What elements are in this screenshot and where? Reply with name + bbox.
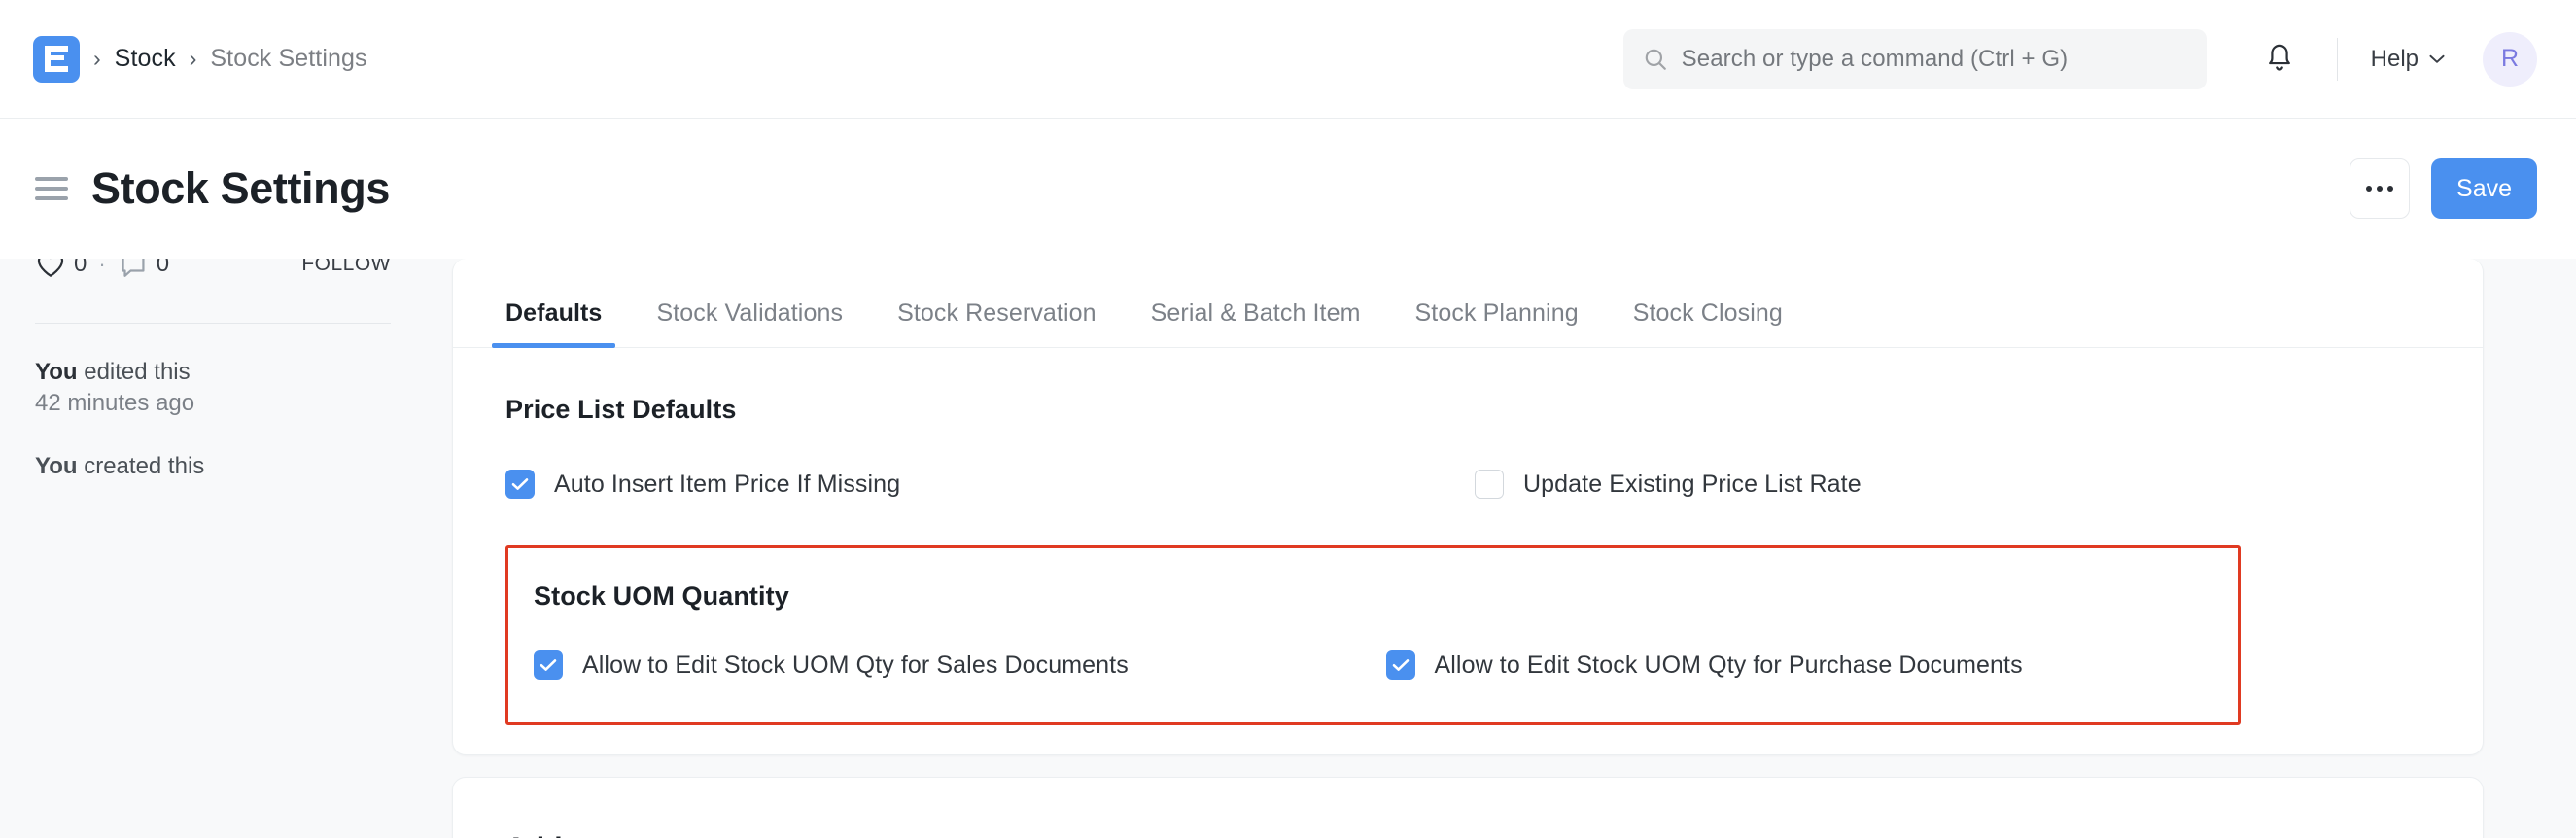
comment-icon[interactable] xyxy=(118,259,149,279)
heart-icon[interactable] xyxy=(35,259,66,279)
field-column-left: Auto Insert Item Price If Missing xyxy=(505,470,1475,499)
field-column-right: Update Existing Price List Rate xyxy=(1475,470,2444,499)
meta-separator-dot: · xyxy=(98,259,105,277)
bell-icon xyxy=(2264,43,2295,76)
form-card: Defaults Stock Validations Stock Reserva… xyxy=(452,259,2484,755)
page-header-actions: Save xyxy=(2350,158,2576,219)
logo-glyph xyxy=(45,46,68,72)
page-header: Stock Settings Save xyxy=(0,119,2576,259)
tab-stock-validations[interactable]: Stock Validations xyxy=(629,299,870,347)
top-navbar: › Stock › Stock Settings Search or type … xyxy=(0,0,2576,119)
breadcrumb-separator-2: › xyxy=(190,48,197,70)
checkbox-allow-edit-stock-uom-qty-sales[interactable]: Allow to Edit Stock UOM Qty for Sales Do… xyxy=(534,650,1129,680)
document-sidebar: 0 · 0 FOLLOW You edited this 42 minutes … xyxy=(0,259,426,838)
help-menu-button[interactable]: Help xyxy=(2365,38,2452,81)
tab-stock-reservation[interactable]: Stock Reservation xyxy=(870,299,1124,347)
check-icon xyxy=(540,658,557,672)
section-bottom-spacer xyxy=(492,725,2444,754)
chevron-down-icon xyxy=(2428,53,2446,64)
tab-defaults[interactable]: Defaults xyxy=(492,299,629,347)
checkbox-label: Allow to Edit Stock UOM Qty for Sales Do… xyxy=(582,651,1129,680)
sidebar-toggle-icon[interactable] xyxy=(35,177,68,200)
like-count: 0 xyxy=(74,259,87,278)
checkbox-box-checked[interactable] xyxy=(505,470,535,499)
section-fields-stock-uom-quantity: Allow to Edit Stock UOM Qty for Sales Do… xyxy=(508,611,2238,722)
activity-action-2: created this xyxy=(78,453,205,479)
breadcrumb-separator-1: › xyxy=(93,48,101,70)
activity-actor-2: You xyxy=(35,453,78,479)
activity-item-created: You created this xyxy=(35,453,391,480)
field-column-right: Allow to Edit Stock UOM Qty for Purchase… xyxy=(1386,650,2239,680)
section-title-price-list-defaults: Price List Defaults xyxy=(492,348,2444,425)
activity-action: edited this xyxy=(78,359,191,385)
checkbox-box-checked[interactable] xyxy=(1386,650,1415,680)
checkbox-auto-insert-item-price-if-missing[interactable]: Auto Insert Item Price If Missing xyxy=(505,470,900,499)
page-body: 0 · 0 FOLLOW You edited this 42 minutes … xyxy=(0,259,2576,838)
avatar[interactable]: R xyxy=(2483,32,2537,87)
tab-serial-batch-item[interactable]: Serial & Batch Item xyxy=(1124,299,1388,347)
navbar-left: › Stock › Stock Settings xyxy=(0,36,367,83)
sidebar-meta-row: 0 · 0 FOLLOW xyxy=(35,259,391,288)
checkbox-update-existing-price-list-rate[interactable]: Update Existing Price List Rate xyxy=(1475,470,1862,499)
search-placeholder: Search or type a command (Ctrl + G) xyxy=(1682,46,2069,73)
search-input[interactable]: Search or type a command (Ctrl + G) xyxy=(1623,29,2207,89)
tab-stock-closing[interactable]: Stock Closing xyxy=(1606,299,1810,347)
add-comment-title: Add a comment xyxy=(453,778,2483,838)
navbar-right: Search or type a command (Ctrl + G) Help… xyxy=(1623,29,2576,89)
more-actions-button[interactable] xyxy=(2350,158,2410,219)
checkbox-allow-edit-stock-uom-qty-purchase[interactable]: Allow to Edit Stock UOM Qty for Purchase… xyxy=(1386,650,2023,680)
field-column-left: Allow to Edit Stock UOM Qty for Sales Do… xyxy=(534,650,1386,680)
check-icon xyxy=(511,477,529,491)
section-stock-uom-quantity-wrapper: Stock UOM Quantity Allow to Edit Stock U… xyxy=(453,545,2483,754)
checkbox-box-unchecked[interactable] xyxy=(1475,470,1504,499)
form-tabs: Defaults Stock Validations Stock Reserva… xyxy=(453,259,2483,348)
tab-stock-planning[interactable]: Stock Planning xyxy=(1388,299,1606,347)
sidebar-divider xyxy=(35,323,391,324)
check-icon xyxy=(1392,658,1410,672)
navbar-divider xyxy=(2337,38,2338,81)
activity-actor: You xyxy=(35,359,78,385)
save-button[interactable]: Save xyxy=(2431,158,2537,219)
breadcrumb-current: Stock Settings xyxy=(210,45,366,73)
checkbox-label: Auto Insert Item Price If Missing xyxy=(554,471,900,499)
help-label: Help xyxy=(2371,46,2419,73)
erpnext-logo-icon[interactable] xyxy=(33,36,80,83)
page-title: Stock Settings xyxy=(91,163,390,214)
activity-item-edited: You edited this 42 minutes ago xyxy=(35,357,391,420)
follow-button[interactable]: FOLLOW xyxy=(301,259,391,276)
search-icon xyxy=(1643,47,1668,72)
checkbox-label: Update Existing Price List Rate xyxy=(1523,471,1862,499)
section-price-list-defaults: Price List Defaults Auto Insert Item Pri… xyxy=(453,348,2483,545)
section-stock-uom-quantity: Stock UOM Quantity Allow to Edit Stock U… xyxy=(505,545,2241,725)
section-title-stock-uom-quantity: Stock UOM Quantity xyxy=(508,548,2238,611)
checkbox-box-checked[interactable] xyxy=(534,650,563,680)
checkbox-label: Allow to Edit Stock UOM Qty for Purchase… xyxy=(1435,651,2023,680)
comment-card: Add a comment xyxy=(452,777,2484,838)
breadcrumb-parent-link[interactable]: Stock xyxy=(115,45,176,73)
page-header-left: Stock Settings xyxy=(0,163,390,214)
comment-count: 0 xyxy=(157,259,169,278)
section-fields-price-list-defaults: Auto Insert Item Price If Missing Update… xyxy=(492,425,2444,545)
notifications-button[interactable] xyxy=(2249,29,2310,89)
activity-time: 42 minutes ago xyxy=(35,390,194,416)
